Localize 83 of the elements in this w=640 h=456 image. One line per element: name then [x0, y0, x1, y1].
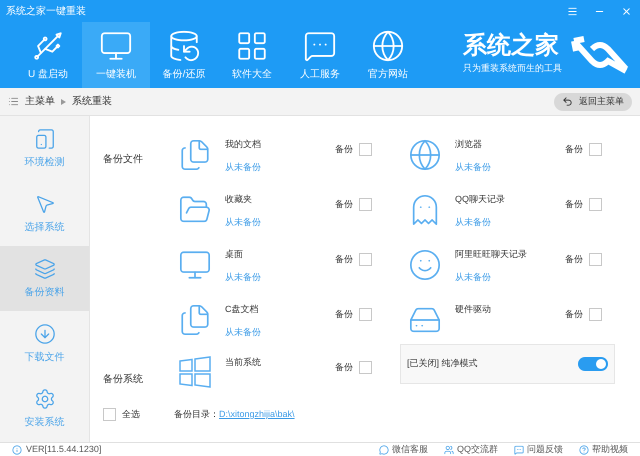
backup-label: 备份 — [565, 198, 583, 211]
windows-logo-icon — [178, 356, 212, 388]
select-all-checkbox[interactable] — [103, 408, 116, 422]
logo-icon — [570, 35, 630, 75]
feedback-icon — [514, 444, 524, 454]
status-link[interactable]: 微信客服 — [378, 442, 428, 456]
backup-label: 备份 — [565, 143, 583, 156]
backup-checkbox[interactable] — [359, 198, 372, 212]
brand-title: 系统之家 — [463, 34, 560, 58]
backup-dir-link[interactable]: D:\xitongzhijia\bak\ — [219, 408, 295, 422]
close-icon[interactable] — [621, 6, 632, 16]
sidebar-item[interactable]: 环境检测 — [0, 116, 89, 181]
backup-checkbox[interactable] — [359, 308, 372, 322]
item-name: 我的文档 — [225, 138, 262, 151]
brand-subtitle: 只为重装系统而生的工具 — [463, 62, 562, 76]
version-text: VER[11.5.44.1230] — [26, 442, 102, 456]
sidebar-item[interactable]: 选择系统 — [0, 181, 89, 246]
backup-status: 从未备份 — [225, 160, 262, 174]
backup-label: 备份 — [565, 308, 583, 321]
status-link[interactable]: QQ交流群 — [444, 442, 498, 456]
backup-status: 从未备份 — [225, 326, 262, 338]
browser-icon — [408, 138, 442, 172]
backup-label: 备份 — [565, 253, 583, 266]
backup-checkbox[interactable] — [589, 198, 602, 212]
backup-label: 备份 — [335, 143, 353, 156]
nav-tab[interactable]: 一键装机 — [82, 22, 150, 88]
back-button[interactable]: 返回主菜单 — [554, 92, 632, 110]
backup-dir-label: 备份目录： — [174, 408, 219, 421]
backup-status: 从未备份 — [225, 270, 262, 284]
nav-tab[interactable]: 人工服务 — [286, 22, 354, 88]
sidebar-item[interactable]: 备份资料 — [0, 246, 89, 311]
devices-icon — [34, 128, 56, 150]
status-link[interactable]: 问题反馈 — [514, 442, 563, 456]
window-title: 系统之家一键重装 — [6, 4, 86, 18]
backup-label: 备份 — [335, 198, 353, 211]
item-name: 硬件驱动 — [455, 303, 492, 316]
help-icon — [579, 444, 589, 454]
backup-checkbox[interactable] — [359, 143, 372, 156]
item-name: 当前系统 — [225, 356, 262, 369]
section-label: 备份系统 — [103, 372, 144, 387]
list-icon — [8, 96, 19, 107]
backup-checkbox[interactable] — [589, 308, 602, 322]
nav-tab[interactable]: U 盘启动 — [14, 22, 82, 88]
info-icon — [12, 444, 22, 454]
select-all-label: 全选 — [122, 408, 141, 421]
item-name: 阿里旺旺聊天记录 — [455, 248, 528, 261]
backup-status: 从未备份 — [455, 216, 492, 228]
breadcrumb-item[interactable]: 主菜单 — [25, 94, 55, 109]
item-name: 收藏夹 — [225, 193, 253, 206]
item-name: 浏览器 — [455, 138, 483, 151]
backup-status: 从未备份 — [455, 160, 492, 174]
item-name: QQ聊天记录 — [455, 193, 506, 206]
backup-checkbox[interactable] — [359, 361, 372, 374]
status-link[interactable]: 帮助视频 — [579, 442, 628, 456]
undo-icon — [562, 96, 573, 107]
nav-tab[interactable]: 官方网站 — [354, 22, 422, 88]
backup-label: 备份 — [335, 361, 353, 374]
mode-switch[interactable] — [578, 357, 608, 371]
nav-tab[interactable]: 备份/还原 — [150, 22, 218, 88]
backup-status: 从未备份 — [225, 216, 262, 228]
globe-icon — [371, 28, 405, 62]
backup-checkbox[interactable] — [589, 143, 602, 156]
breadcrumb-arrow-icon — [61, 98, 66, 104]
sidebar-item[interactable]: 安装系统 — [0, 376, 89, 441]
chat-icon — [378, 444, 389, 454]
item-name: C盘文档 — [225, 303, 260, 316]
download-icon — [34, 322, 56, 344]
backup-checkbox[interactable] — [359, 253, 372, 266]
menu-icon[interactable] — [567, 6, 578, 16]
nav-tab[interactable]: 软件大全 — [218, 22, 286, 88]
section-label: 备份文件 — [103, 152, 144, 167]
backup-label: 备份 — [335, 253, 353, 266]
sidebar-item[interactable]: 下载文件 — [0, 311, 89, 376]
backup-status: 从未备份 — [455, 270, 492, 284]
breadcrumb-item: 系统重装 — [72, 94, 112, 109]
backup-checkbox[interactable] — [589, 253, 602, 266]
settings-icon — [34, 388, 56, 410]
item-name: 桌面 — [225, 248, 244, 261]
mode-label: [已关闭] 纯净模式 — [407, 357, 478, 370]
backup-label: 备份 — [335, 308, 353, 321]
group-icon — [444, 444, 454, 454]
smiley-icon — [408, 248, 442, 282]
layers-icon — [34, 258, 56, 280]
